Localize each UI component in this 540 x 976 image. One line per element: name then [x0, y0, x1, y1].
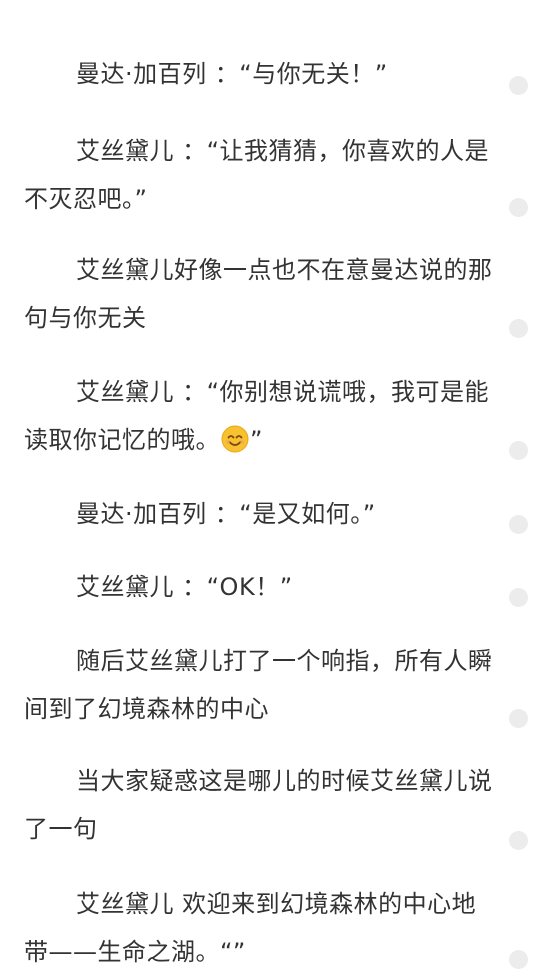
paragraph-comment-dot[interactable]	[509, 588, 528, 607]
paragraph-comment-dot[interactable]	[509, 515, 528, 534]
paragraph-comment-dot[interactable]	[509, 441, 528, 460]
paragraph-comment-dot[interactable]	[509, 709, 528, 728]
paragraph: 艾丝黛儿好像一点也不在意曼达说的那句与你无关	[24, 256, 493, 332]
smiling-face-emoji-icon	[221, 425, 249, 453]
paragraph: 曼达·加百列 ：“与你无关！”	[76, 60, 388, 88]
paragraph-comment-dot[interactable]	[509, 319, 528, 338]
paragraph: 曼达·加百列 ：“是又如何。”	[76, 500, 376, 528]
paragraph: 艾丝黛儿 ：“OK！”	[76, 573, 293, 601]
paragraph: 随后艾丝黛儿打了一个响指，所有人瞬间到了幻境森林的中心	[24, 647, 493, 723]
paragraph-text: ”	[250, 426, 263, 454]
paragraph-comment-dot[interactable]	[509, 831, 528, 850]
paragraph-comment-dot[interactable]	[509, 198, 528, 217]
paragraph: 艾丝黛儿 ：“让我猜猜，你喜欢的人是不灭忍吧。”	[24, 137, 490, 213]
paragraph: 艾丝黛儿 欢迎来到幻境森林的中心地带——生命之湖。“”	[24, 890, 477, 966]
reader-content: 曼达·加百列 ：“与你无关！” 艾丝黛儿 ：“让我猜猜，你喜欢的人是不灭忍吧。”…	[0, 0, 540, 969]
paragraph: 艾丝黛儿 ：“你别想说谎哦，我可是能读取你记忆的哦。”	[24, 368, 494, 464]
paragraph-comment-dot[interactable]	[509, 76, 528, 95]
paragraph: 当大家疑惑这是哪儿的时候艾丝黛儿说了一句	[24, 767, 493, 843]
